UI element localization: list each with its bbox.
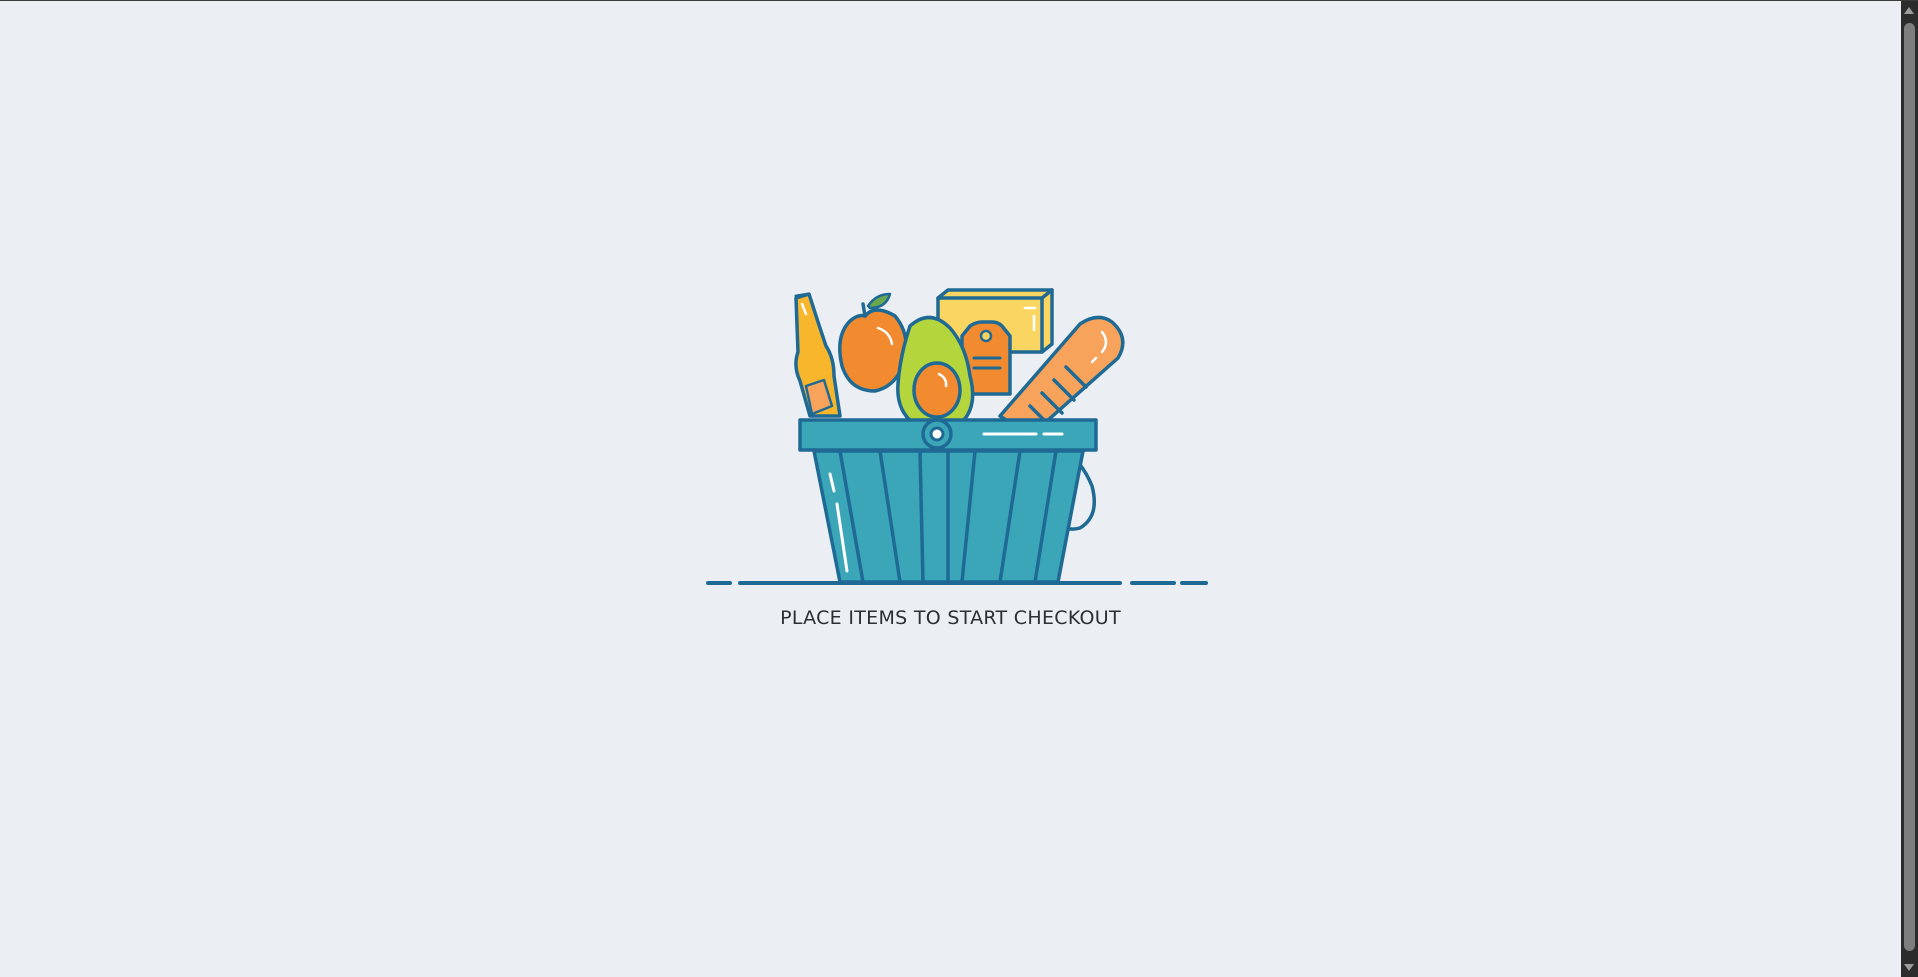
checkout-status-message: PLACE ITEMS TO START CHECKOUT [780,607,1121,629]
checkout-empty-state: PLACE ITEMS TO START CHECKOUT [0,1,1901,977]
vertical-scrollbar[interactable] [1901,1,1918,977]
apple-icon [838,292,908,393]
grocery-basket-illustration [706,288,1208,585]
scroll-down-arrow-icon[interactable] [1904,964,1914,971]
scroll-up-arrow-icon[interactable] [1904,7,1914,14]
basket-icon [798,418,1098,584]
bottle-icon [794,292,842,418]
scrollbar-thumb[interactable] [1904,23,1915,951]
